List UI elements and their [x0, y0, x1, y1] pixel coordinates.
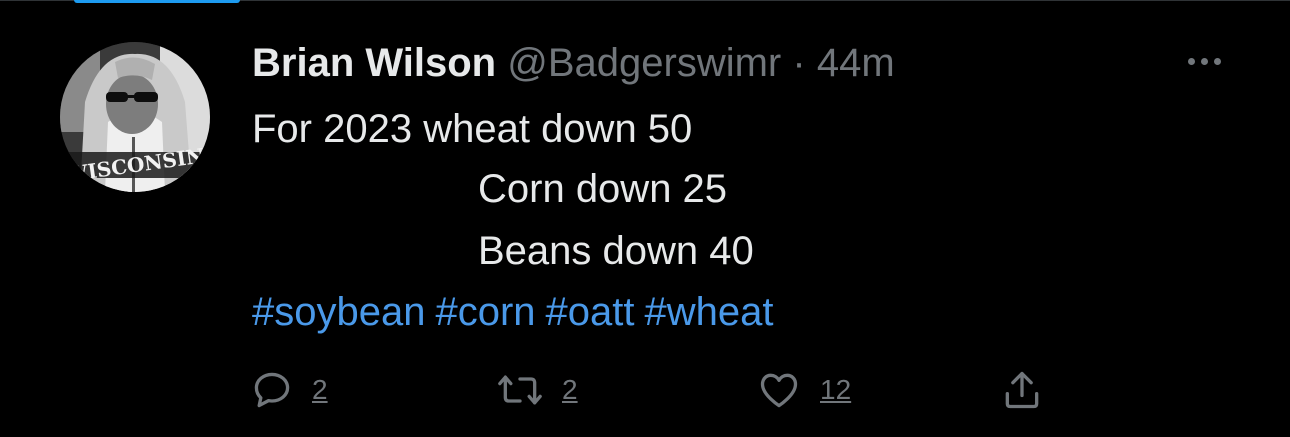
hashtag-oatt[interactable]: #oatt [546, 290, 635, 334]
like-button[interactable]: 12 [756, 368, 851, 412]
author-name[interactable]: Brian Wilson [252, 41, 496, 85]
tweet-timestamp[interactable]: 44m [817, 41, 895, 85]
avatar-image: WISCONSIN [60, 42, 210, 192]
tweet-text-line-3: Beans down 40 [478, 229, 754, 273]
more-options-icon[interactable] [1180, 46, 1228, 76]
reply-count: 2 [312, 374, 328, 405]
hashtag-wheat[interactable]: #wheat [645, 290, 774, 334]
tweet-text-line-1: For 2023 wheat down 50 [252, 107, 693, 151]
reply-button[interactable]: 2 [250, 368, 328, 412]
active-tab-indicator [74, 0, 240, 3]
author-handle[interactable]: @Badgerswimr [507, 41, 781, 85]
retweet-count: 2 [562, 374, 578, 405]
separator-dot: · [792, 41, 806, 85]
tweet-actions: 2 2 12 [0, 360, 1290, 424]
share-button[interactable] [1000, 368, 1044, 412]
share-icon [1005, 371, 1039, 409]
retweet-icon [498, 375, 542, 405]
avatar[interactable]: WISCONSIN [60, 42, 210, 192]
hashtag-corn[interactable]: #corn [435, 290, 535, 334]
tweet-text-line-2: Corn down 25 [478, 167, 728, 211]
hashtag-soybean[interactable]: #soybean [252, 290, 425, 334]
retweet-button[interactable]: 2 [496, 368, 578, 412]
like-count: 12 [820, 374, 852, 405]
hashtag-list: #soybean #corn #oatt #wheat [252, 289, 784, 335]
reply-icon [254, 372, 290, 408]
heart-icon [760, 373, 798, 408]
tweet-header: Brian Wilson @Badgerswimr · 44m [252, 40, 895, 86]
